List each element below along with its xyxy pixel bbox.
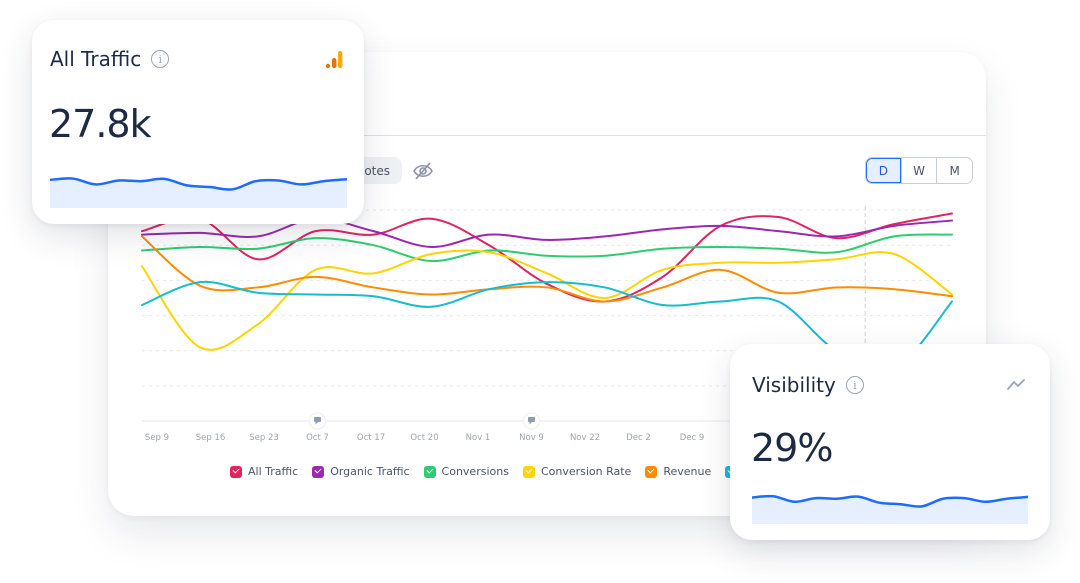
- kpi-title-text: All Traffic: [50, 47, 142, 71]
- series-line-conversions[interactable]: [141, 233, 953, 263]
- x-tick-label: Nov 1: [466, 433, 491, 443]
- legend-item[interactable]: Conversions: [423, 465, 509, 478]
- legend-checkbox[interactable]: [230, 465, 242, 478]
- x-tick-label: Dec 2: [626, 433, 651, 443]
- legend-item[interactable]: All Traffic: [230, 465, 298, 478]
- x-tick-label: Oct 17: [357, 433, 385, 443]
- legend-label: Revenue: [663, 465, 712, 478]
- legend-label: Conversion Rate: [540, 465, 632, 478]
- x-tick-label: Oct 7: [306, 433, 329, 443]
- x-tick-label: Dec 9: [680, 433, 705, 443]
- sparkline-area: [50, 178, 347, 208]
- legend-checkbox[interactable]: [423, 465, 436, 478]
- series-line-conversion-rate[interactable]: [141, 249, 953, 351]
- kpi-card-all-traffic[interactable]: All Traffic i 27.8k: [32, 20, 364, 224]
- x-tick-label: Nov 9: [519, 433, 544, 443]
- legend-item[interactable]: Conversion Rate: [522, 465, 632, 478]
- legend-checkbox[interactable]: [645, 465, 658, 478]
- sparkline: [752, 494, 1028, 524]
- legend-label: Conversions: [441, 465, 509, 478]
- legend-checkbox[interactable]: [312, 465, 325, 478]
- legend-label: Organic Traffic: [330, 465, 410, 478]
- series-line-revenue[interactable]: [141, 235, 953, 303]
- legend-label: All Traffic: [248, 465, 299, 478]
- google-analytics-icon: [325, 51, 343, 69]
- x-tick-label: Sep 9: [145, 433, 169, 443]
- info-icon[interactable]: i: [845, 376, 864, 394]
- trend-icon: [1007, 379, 1025, 390]
- sparkline-area: [752, 496, 1028, 524]
- kpi-value: 27.8k: [49, 102, 152, 146]
- chart-legend: All Traffic Organic Traffic Conversions Con…: [230, 465, 743, 478]
- x-tick-label: Sep 16: [196, 433, 226, 443]
- x-tick-label: Nov 22: [570, 433, 600, 443]
- sparkline: [50, 177, 347, 208]
- kpi-title: All Traffic i: [50, 47, 170, 71]
- kpi-value: 29%: [751, 426, 833, 470]
- legend-item[interactable]: Organic Traffic: [312, 465, 410, 478]
- kpi-card-visibility[interactable]: Visibility i 29%: [730, 344, 1050, 540]
- info-icon[interactable]: i: [151, 50, 170, 68]
- legend-item[interactable]: Revenue: [645, 465, 711, 478]
- x-tick-label: Sep 23: [249, 433, 279, 443]
- note-marker-icon[interactable]: [309, 412, 326, 430]
- x-tick-label: Oct 20: [410, 433, 438, 443]
- note-marker-icon[interactable]: [523, 412, 540, 430]
- kpi-title-text: Visibility: [752, 373, 836, 397]
- kpi-title: Visibility i: [752, 373, 864, 397]
- legend-checkbox[interactable]: [522, 465, 535, 478]
